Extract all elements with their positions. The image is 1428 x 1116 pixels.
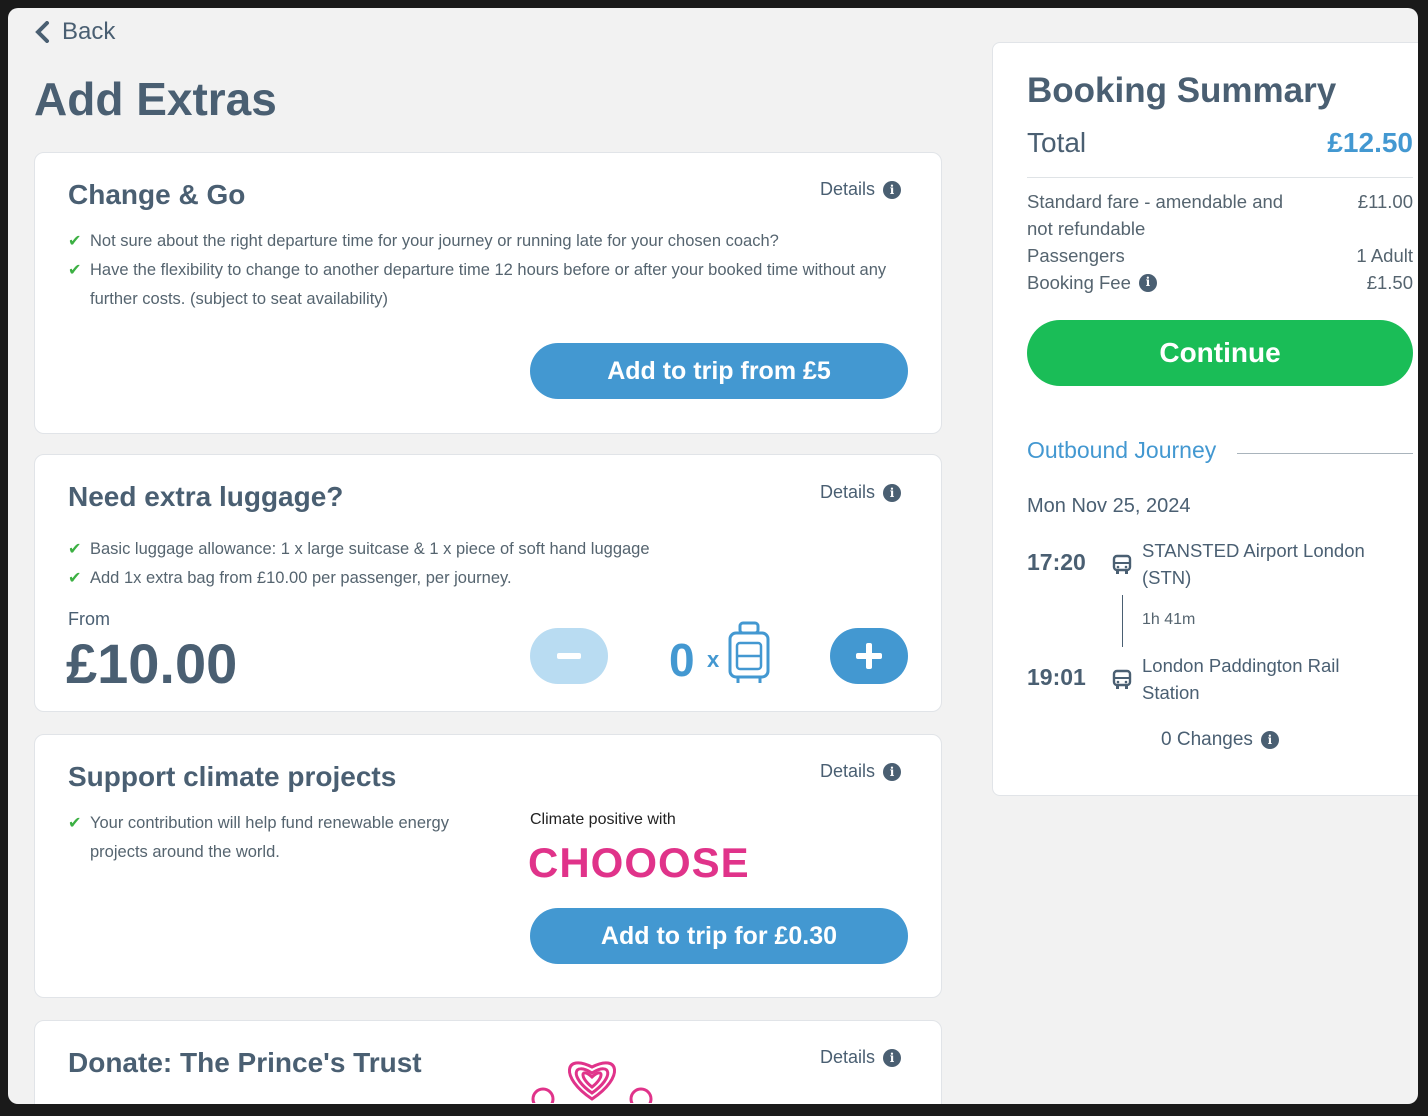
- change-go-card: Change & Go Details i ✔ Not sure about th…: [34, 152, 942, 434]
- partner-caption: Climate positive with: [530, 811, 676, 828]
- plus-icon: [856, 643, 882, 669]
- bus-icon: [1112, 669, 1132, 689]
- check-icon: ✔: [68, 233, 82, 250]
- journey-connector-line: [1122, 595, 1123, 647]
- fare-row: Standard fare - amendable and not refund…: [1027, 188, 1413, 242]
- changes-label: 0 Changes: [1161, 729, 1253, 750]
- change-go-title: Change & Go: [68, 179, 246, 210]
- booking-fee-value: £1.50: [1366, 272, 1413, 293]
- luggage-details-link[interactable]: Details i: [820, 482, 901, 503]
- back-link[interactable]: Back: [34, 18, 115, 46]
- departure-time: 17:20: [1027, 549, 1086, 575]
- journey-date: Mon Nov 25, 2024: [1027, 495, 1191, 517]
- departure-station: STANSTED Airport London (STN): [1142, 540, 1365, 588]
- page-frame: Back Add Extras Change & Go Details i ✔ N…: [8, 8, 1418, 1104]
- luggage-card: Need extra luggage? Details i ✔ Basic lug…: [34, 454, 942, 712]
- list-item: ✔ Basic luggage allowance: 1 x large suit…: [68, 535, 918, 564]
- arrival-time: 19:01: [1027, 664, 1086, 690]
- check-icon: ✔: [68, 815, 82, 832]
- info-icon: i: [883, 483, 901, 502]
- quantity-multiplier: x: [707, 647, 720, 672]
- fare-label: Standard fare - amendable and not refund…: [1027, 191, 1284, 239]
- total-value: £12.50: [1327, 127, 1413, 158]
- total-row: Total £12.50: [1027, 127, 1413, 159]
- change-go-details-link[interactable]: Details i: [820, 179, 901, 200]
- summary-title: Booking Summary: [1027, 71, 1337, 110]
- climate-details-link[interactable]: Details i: [820, 761, 901, 782]
- decrease-button[interactable]: [530, 628, 608, 684]
- passengers-label: Passengers: [1027, 245, 1125, 266]
- info-icon: i: [1260, 731, 1279, 749]
- suitcase-icon: [728, 621, 770, 683]
- divider: [1027, 177, 1413, 178]
- back-label: Back: [62, 18, 116, 45]
- outbound-journey-heading: Outbound Journey: [1027, 437, 1217, 463]
- details-label: Details: [819, 1047, 875, 1067]
- climate-title: Support climate projects: [68, 761, 397, 792]
- bus-icon: [1112, 554, 1132, 574]
- booking-fee-label: Booking Fee: [1027, 272, 1131, 293]
- details-label: Details: [819, 761, 875, 781]
- luggage-bullets: ✔ Basic luggage allowance: 1 x large suit…: [68, 535, 918, 593]
- check-icon: ✔: [68, 262, 82, 279]
- chooose-logo: CHOOOSE: [528, 839, 750, 886]
- check-icon: ✔: [68, 541, 82, 558]
- page-title: Add Extras: [34, 73, 277, 125]
- booking-fee-row: Booking Fee i £1.50: [1027, 269, 1413, 296]
- fare-value: £11.00: [1357, 191, 1413, 212]
- from-label: From: [68, 609, 110, 629]
- details-label: Details: [819, 179, 875, 199]
- climate-add-button[interactable]: Add to trip for £0.30: [530, 908, 908, 964]
- luggage-price: £10.00: [66, 632, 238, 695]
- climate-card: Support climate projects Details i ✔ Your…: [34, 734, 942, 998]
- list-item: ✔ Not sure about the right departure time…: [68, 227, 918, 256]
- minus-icon: [557, 653, 581, 659]
- list-item: ✔ Have the flexibility to change to anoth…: [68, 256, 918, 314]
- passengers-row: Passengers 1 Adult: [1027, 242, 1413, 269]
- check-icon: ✔: [68, 570, 82, 587]
- list-item: ✔ Your contribution will help fund renewa…: [68, 809, 468, 867]
- info-icon: i: [1138, 273, 1157, 292]
- change-go-bullets: ✔ Not sure about the right departure time…: [68, 227, 918, 314]
- passengers-value: 1 Adult: [1356, 245, 1413, 266]
- chevron-left-icon: [35, 21, 49, 43]
- changes-info[interactable]: 0 Changes i: [1161, 729, 1279, 751]
- booking-fee-label-group[interactable]: Booking Fee i: [1027, 269, 1157, 296]
- donate-card: Donate: The Prince's Trust Details i: [34, 1020, 942, 1104]
- increase-button[interactable]: [830, 628, 908, 684]
- details-label: Details: [819, 482, 875, 502]
- arrival-station: London Paddington Rail Station: [1142, 655, 1340, 703]
- booking-summary: Booking Summary Total £12.50 Standard fa…: [992, 42, 1418, 796]
- continue-button[interactable]: Continue: [1027, 320, 1413, 386]
- journey-duration: 1h 41m: [1142, 611, 1196, 628]
- total-label: Total: [1027, 127, 1087, 158]
- luggage-title: Need extra luggage?: [68, 481, 344, 512]
- info-icon: i: [883, 180, 901, 199]
- info-icon: i: [883, 762, 901, 781]
- donate-title: Donate: The Prince's Trust: [68, 1047, 422, 1078]
- change-go-add-button[interactable]: Add to trip from £5: [530, 343, 908, 399]
- info-icon: i: [883, 1048, 901, 1067]
- divider: [1237, 453, 1413, 454]
- climate-bullets: ✔ Your contribution will help fund renewa…: [68, 809, 468, 867]
- princes-trust-logo: [531, 1061, 653, 1103]
- luggage-quantity: 0: [669, 634, 695, 686]
- list-item: ✔ Add 1x extra bag from £10.00 per passen…: [68, 564, 918, 593]
- donate-details-link[interactable]: Details i: [820, 1047, 901, 1068]
